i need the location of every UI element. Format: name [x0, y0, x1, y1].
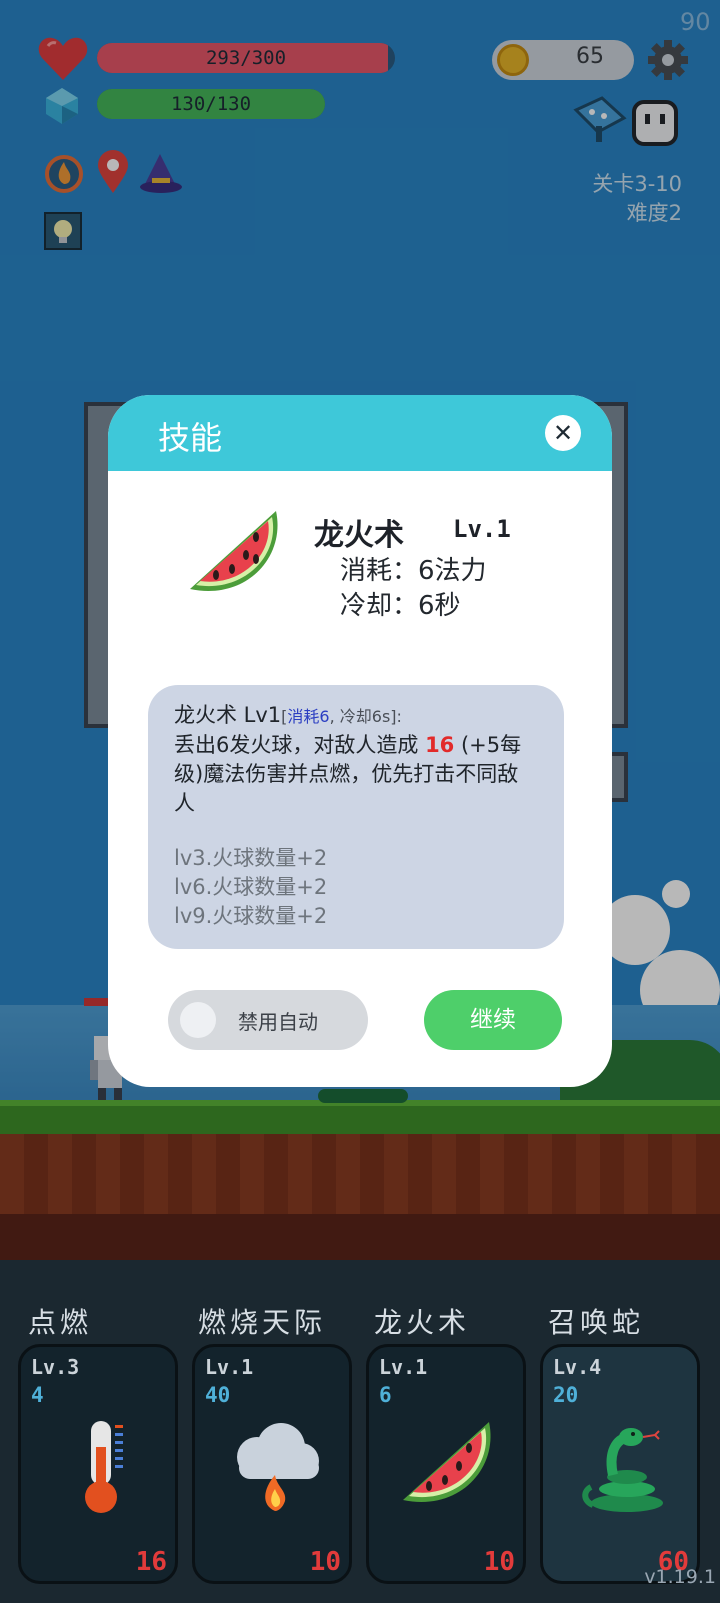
- watermelon-icon: [190, 511, 278, 592]
- disable-auto-toggle[interactable]: 禁用自动: [168, 990, 368, 1050]
- skill-card-level: Lv.1: [379, 1355, 428, 1379]
- toggle-knob[interactable]: [180, 1002, 216, 1038]
- skill-card-level: Lv.4: [553, 1355, 602, 1379]
- thermometer-icon: [85, 1421, 123, 1513]
- desc-damage: 16: [425, 733, 455, 757]
- skill-card-cost: 4: [31, 1383, 44, 1407]
- skill-name: 龙火术: [314, 518, 404, 553]
- close-button[interactable]: ✕: [545, 415, 581, 451]
- continue-button[interactable]: 继续: [424, 990, 562, 1050]
- skill-description: 龙火术 Lv1[消耗6, 冷却6s]: 丢出6发火球，对敌人造成 16 (+5每…: [148, 685, 564, 949]
- bonus-line: lv9.火球数量+2: [174, 904, 328, 928]
- desc-meta-rest: , 冷却6s]:: [329, 707, 402, 726]
- skill-title-summon-snake: 召唤蛇: [548, 1306, 645, 1339]
- skill-card-level: Lv.3: [31, 1355, 80, 1379]
- skill-card-dragon-fire[interactable]: Lv.1 6 10: [366, 1344, 526, 1584]
- desc-text-1: 丢出6发火球，对敌人造成: [174, 733, 419, 757]
- skill-title-ignite: 点燃: [28, 1306, 93, 1339]
- bonus-line: lv6.火球数量+2: [174, 875, 328, 899]
- skill-card-ignite[interactable]: Lv.3 4 16: [18, 1344, 178, 1584]
- desc-skill-name: 龙火术 Lv1: [174, 703, 282, 727]
- skill-card-count: 10: [309, 1547, 341, 1577]
- fire-cloud-icon: [237, 1423, 319, 1511]
- skill-card-sky-burn[interactable]: Lv.1 40 10: [192, 1344, 352, 1584]
- snake-icon: [582, 1428, 663, 1512]
- skill-level: Lv.1: [453, 515, 511, 543]
- skill-card-count: 10: [483, 1547, 515, 1577]
- skill-card-cost: 6: [379, 1383, 392, 1407]
- skill-card-cost: 40: [205, 1383, 231, 1407]
- skill-card-summon-snake[interactable]: Lv.4 20 60: [540, 1344, 700, 1584]
- skill-dialog: 技能 ✕ 龙火术 Lv.1 消耗：6法力 冷却：6秒 龙火术 Lv1[消耗6, …: [108, 395, 612, 1087]
- skill-cost: 消耗：6法力: [340, 556, 487, 586]
- skill-title-dragon-fire: 龙火术: [374, 1306, 471, 1339]
- version-label: v1.19.1: [644, 1566, 716, 1588]
- skill-card-cost: 20: [553, 1383, 579, 1407]
- dialog-title: 技能: [158, 419, 223, 457]
- toggle-label: 禁用自动: [238, 1010, 318, 1034]
- skill-title-sky-burn: 燃烧天际: [198, 1306, 327, 1339]
- bonus-line: lv3.火球数量+2: [174, 846, 328, 870]
- watermelon-icon: [403, 1422, 491, 1503]
- skill-card-level: Lv.1: [205, 1355, 254, 1379]
- desc-meta-cost: 消耗6: [287, 707, 330, 726]
- skill-cooldown: 冷却：6秒: [340, 591, 461, 621]
- skill-card-count: 16: [135, 1547, 167, 1577]
- dialog-header: 技能 ✕: [108, 395, 612, 471]
